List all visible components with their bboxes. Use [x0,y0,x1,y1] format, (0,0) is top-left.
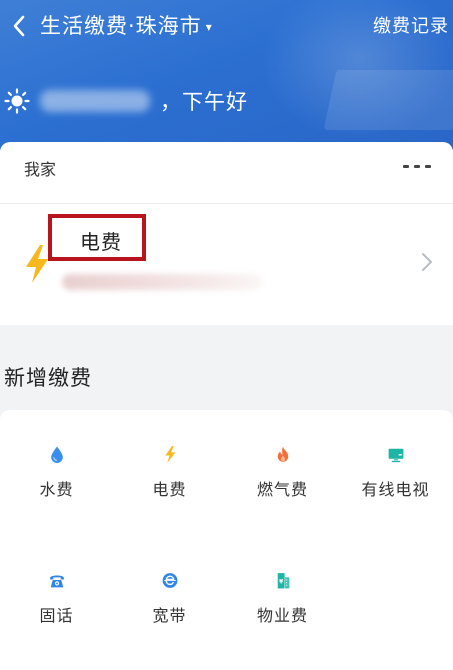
electricity-bill-item[interactable]: 电费 [0,204,453,325]
water-drop-icon [50,446,63,463]
blurred-username [40,90,150,112]
electricity-fee-item[interactable]: 电费 [113,410,226,500]
section-title: 新增缴费 [4,366,92,390]
more-options-icon[interactable] [403,156,431,176]
grid-item-label: 有线电视 [361,480,430,499]
city-selector[interactable]: 生活缴费·珠海市 ▾ [40,10,213,40]
broadband-icon [162,573,177,588]
back-icon[interactable] [4,8,34,44]
home-card-header: 我家 [0,142,453,204]
sun-icon [4,88,30,114]
grid-item-label: 宽带 [152,606,187,625]
tv-icon [388,448,403,463]
broadband-item[interactable]: 宽带 [113,536,226,626]
bill-name: 电费 [80,230,122,254]
page-title: 生活缴费·珠海市 [40,14,202,38]
grid-item-label: 燃气费 [256,480,308,499]
svg-text:¥: ¥ [279,580,283,586]
gas-fee-item[interactable]: 燃气费 [226,410,339,500]
chevron-right-icon [422,253,432,271]
greeting-row: ，下午好 [4,86,248,116]
telephone-icon [49,575,64,588]
payment-type-grid: 水费 电费 燃气费 有线电视 固话 宽带 ¥ 物业费 [0,410,453,670]
building-icon: ¥ [277,573,289,589]
grid-item-label: 固话 [39,606,74,625]
payment-records-link[interactable]: 缴费记录 [373,12,449,38]
home-bills-card: 我家 电费 [0,142,453,325]
grid-item-label: 物业费 [256,606,308,625]
grid-item-label: 电费 [152,480,187,499]
lightning-icon [164,446,175,463]
property-fee-item[interactable]: ¥ 物业费 [226,536,339,626]
flame-icon [277,446,288,462]
greeting-text: ，下午好 [160,90,248,114]
grid-item-label: 水费 [39,480,74,499]
water-fee-item[interactable]: 水费 [0,410,113,500]
cable-tv-item[interactable]: 有线电视 [339,410,452,500]
blurred-account-number [62,274,262,290]
home-label: 我家 [24,160,57,179]
chevron-down-icon: ▾ [205,19,213,34]
header-banner: 生活缴费·珠海市 ▾ 缴费记录 ，下午好 [0,0,453,150]
lightning-icon [26,245,48,283]
landline-item[interactable]: 固话 [0,536,113,626]
